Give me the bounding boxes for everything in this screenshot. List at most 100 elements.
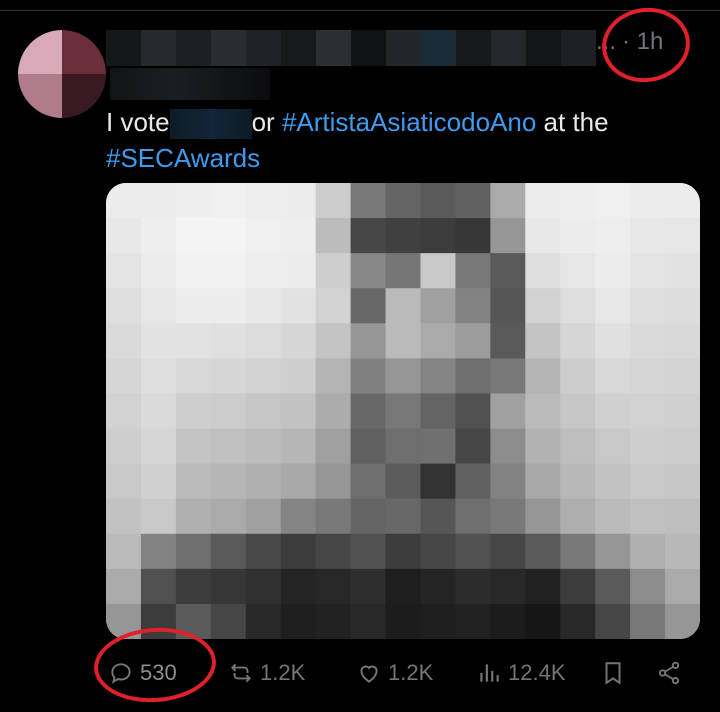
mosaic-tile (315, 533, 352, 570)
mosaic-tile (525, 533, 561, 570)
mosaic-tile (490, 393, 526, 430)
mosaic-tile (210, 463, 247, 500)
mosaic-tile (490, 323, 526, 359)
mosaic-tile (175, 218, 212, 254)
mosaic-tile (175, 463, 212, 500)
mosaic-tile (630, 463, 666, 500)
mosaic-tile (210, 288, 247, 324)
mosaic-tile (210, 358, 247, 395)
heart-icon (360, 665, 378, 683)
mosaic-tile (140, 288, 177, 324)
mosaic-tile (560, 393, 596, 430)
mosaic-tile (175, 498, 212, 535)
mosaic-tile (665, 393, 700, 430)
mosaic-tile (525, 428, 561, 465)
mosaic-tile (455, 428, 491, 465)
mosaic-tile (420, 393, 457, 430)
mosaic-tile (175, 428, 212, 465)
mosaic-tile (490, 253, 526, 289)
mosaic-tile (560, 568, 596, 605)
mosaic-tile (420, 288, 457, 324)
mosaic-tile (630, 498, 666, 535)
mosaic-tile (280, 288, 317, 324)
mosaic-tile (630, 218, 666, 254)
mosaic-tile (245, 218, 282, 254)
mosaic-tile (525, 393, 561, 430)
mosaic-tile (106, 183, 142, 219)
mosaic-tile (280, 603, 317, 639)
mosaic-tile (350, 533, 387, 570)
mosaic-tile (245, 393, 282, 430)
avatar[interactable] (18, 30, 106, 118)
annotation-circle-timestamp (597, 2, 695, 88)
mosaic-tile (560, 323, 596, 359)
retweet-button[interactable]: 1.2K (228, 660, 305, 686)
mosaic-tile (280, 393, 317, 430)
mosaic-tile (280, 218, 317, 254)
mosaic-tile (630, 183, 666, 219)
mosaic-tile (455, 253, 491, 289)
mosaic-tile (245, 358, 282, 395)
mosaic-tile (595, 323, 631, 359)
mosaic-tile (665, 428, 700, 465)
mosaic-tile (525, 463, 561, 500)
tweet-text-part: at the (536, 107, 609, 137)
mosaic-tile (385, 533, 422, 570)
mosaic-tile (350, 288, 387, 324)
mosaic-tile (490, 358, 526, 395)
mosaic-tile (385, 253, 422, 289)
mosaic-tile (140, 393, 177, 430)
mosaic-tile (525, 568, 561, 605)
mosaic-tile (455, 183, 491, 219)
mosaic-tile (560, 253, 596, 289)
mosaic-tile (420, 568, 457, 605)
mosaic-tile (630, 603, 666, 639)
mosaic-tile (525, 358, 561, 395)
mosaic-tile (175, 393, 212, 430)
mosaic-tile (385, 288, 422, 324)
mosaic-tile (210, 603, 247, 639)
mosaic-tile (210, 428, 247, 465)
views-button[interactable]: 12.4K (476, 660, 566, 686)
mosaic-tile (315, 288, 352, 324)
mosaic-tile (595, 463, 631, 500)
mosaic-tile (315, 498, 352, 535)
mosaic-tile (315, 463, 352, 500)
mosaic-tile (106, 218, 142, 254)
mosaic-tile (525, 498, 561, 535)
mosaic-tile (140, 183, 177, 219)
tweet-media-pixelated[interactable] (106, 183, 700, 639)
hashtag-link[interactable]: #SECAwards (106, 143, 260, 173)
like-button[interactable]: 1.2K (356, 660, 433, 686)
mosaic-tile (595, 358, 631, 395)
mosaic-tile (490, 568, 526, 605)
redacted-display-name[interactable] (106, 30, 596, 66)
mosaic-tile (245, 498, 282, 535)
mosaic-tile (630, 358, 666, 395)
mosaic-tile (350, 218, 387, 254)
mosaic-tile (315, 568, 352, 605)
mosaic-tile (350, 428, 387, 465)
bookmark-button[interactable] (600, 660, 626, 686)
mosaic-tile (385, 428, 422, 465)
mosaic-tile (630, 323, 666, 359)
mosaic-tile (106, 288, 142, 324)
mosaic-tile (385, 358, 422, 395)
mosaic-tile (280, 533, 317, 570)
mosaic-tile (106, 568, 142, 605)
mosaic-tile (280, 498, 317, 535)
mosaic-tile (630, 253, 666, 289)
mosaic-tile (385, 498, 422, 535)
reply-button[interactable]: 530 (108, 660, 177, 686)
mosaic-tile (420, 498, 457, 535)
mosaic-tile (350, 568, 387, 605)
mosaic-tile (455, 568, 491, 605)
mosaic-tile (420, 428, 457, 465)
mosaic-tile (665, 253, 700, 289)
mosaic-tile (315, 218, 352, 254)
views-count: 12.4K (508, 660, 566, 685)
mosaic-tile (315, 253, 352, 289)
share-button[interactable] (656, 660, 682, 686)
hashtag-link[interactable]: #ArtistaAsiaticodoAno (282, 107, 536, 137)
mosaic-tile (210, 183, 247, 219)
